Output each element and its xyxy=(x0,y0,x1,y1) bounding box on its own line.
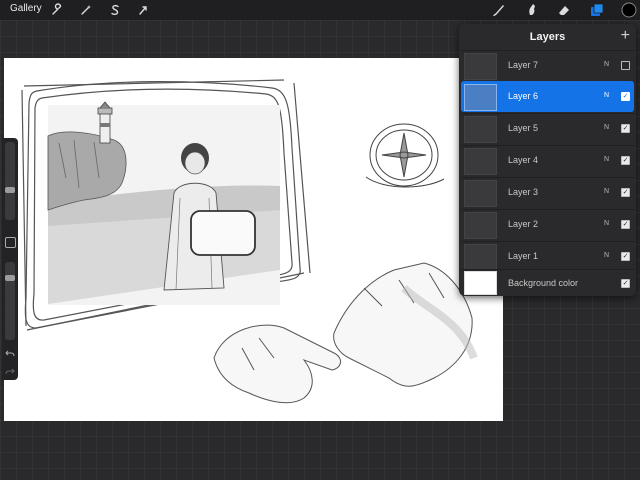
blend-mode-button[interactable]: N xyxy=(604,61,609,68)
undo-icon[interactable] xyxy=(5,348,15,358)
gallery-button[interactable]: Gallery xyxy=(10,3,42,14)
layer-name: Layer 6 xyxy=(508,91,539,101)
layer-thumbnail xyxy=(464,53,497,80)
layer-thumbnail xyxy=(464,116,497,143)
layer-row-7[interactable]: Layer 7 N ✓ xyxy=(461,50,634,81)
smudge-icon[interactable] xyxy=(524,2,540,18)
background-color-swatch[interactable] xyxy=(464,271,497,295)
visibility-checkbox[interactable]: ✓ xyxy=(621,61,630,70)
magic-wand-icon[interactable] xyxy=(78,2,94,18)
layer-row-3[interactable]: Layer 3 N ✓ xyxy=(461,177,634,208)
visibility-checkbox[interactable]: ✓ xyxy=(621,188,630,197)
opacity-slider[interactable] xyxy=(5,262,15,340)
layer-thumbnail xyxy=(464,148,497,175)
blend-mode-button[interactable]: N xyxy=(604,92,609,99)
layer-name: Layer 5 xyxy=(508,123,539,133)
background-color-label: Background color xyxy=(508,278,579,288)
blend-mode-button[interactable]: N xyxy=(604,156,609,163)
layer-row-6[interactable]: Layer 6 N ✓ xyxy=(461,81,634,112)
layer-row-4[interactable]: Layer 4 N ✓ xyxy=(461,145,634,176)
blend-mode-button[interactable]: N xyxy=(604,124,609,131)
layer-thumbnail xyxy=(464,212,497,239)
brush-size-slider[interactable] xyxy=(5,142,15,220)
visibility-checkbox[interactable]: ✓ xyxy=(621,220,630,229)
layer-thumbnail xyxy=(464,84,497,111)
modify-button[interactable] xyxy=(5,237,16,248)
brush-icon[interactable] xyxy=(490,2,506,18)
sketch-artwork xyxy=(21,79,478,404)
layer-row-1[interactable]: Layer 1 N ✓ xyxy=(461,241,634,272)
visibility-checkbox[interactable]: ✓ xyxy=(621,156,630,165)
layer-name: Layer 4 xyxy=(508,155,539,165)
wrench-icon[interactable] xyxy=(49,2,65,18)
layer-thumbnail xyxy=(464,244,497,271)
layers-panel: Layers + Layer 7 N ✓ Layer 6 N ✓ Layer 5… xyxy=(459,24,636,296)
visibility-checkbox[interactable]: ✓ xyxy=(621,279,630,288)
background-color-row[interactable]: Background color ✓ xyxy=(461,269,634,296)
drawing-canvas[interactable] xyxy=(4,58,503,421)
layers-title: Layers xyxy=(529,31,566,43)
layers-header: Layers + xyxy=(459,24,636,50)
brush-size-thumb[interactable] xyxy=(5,186,15,193)
side-toolbar xyxy=(2,138,18,380)
layer-name: Layer 2 xyxy=(508,219,539,229)
blend-mode-button[interactable]: N xyxy=(604,188,609,195)
visibility-checkbox[interactable]: ✓ xyxy=(621,252,630,261)
color-swatch-icon[interactable] xyxy=(621,2,637,18)
visibility-checkbox[interactable]: ✓ xyxy=(621,92,630,101)
arrow-cursor-icon[interactable] xyxy=(135,2,151,18)
layer-thumbnail xyxy=(464,180,497,207)
layers-icon[interactable] xyxy=(589,2,605,18)
selection-s-icon[interactable] xyxy=(107,2,123,18)
opacity-thumb[interactable] xyxy=(5,274,15,281)
top-toolbar: Gallery xyxy=(0,0,640,20)
layer-row-5[interactable]: Layer 5 N ✓ xyxy=(461,113,634,144)
layer-name: Layer 3 xyxy=(508,187,539,197)
redo-icon[interactable] xyxy=(5,366,15,376)
layer-row-2[interactable]: Layer 2 N ✓ xyxy=(461,209,634,240)
plus-icon[interactable]: + xyxy=(621,27,630,45)
layer-name: Layer 7 xyxy=(508,60,539,70)
eraser-icon[interactable] xyxy=(556,2,572,18)
blend-mode-button[interactable]: N xyxy=(604,252,609,259)
visibility-checkbox[interactable]: ✓ xyxy=(621,124,630,133)
blend-mode-button[interactable]: N xyxy=(604,220,609,227)
layer-name: Layer 1 xyxy=(508,251,539,261)
